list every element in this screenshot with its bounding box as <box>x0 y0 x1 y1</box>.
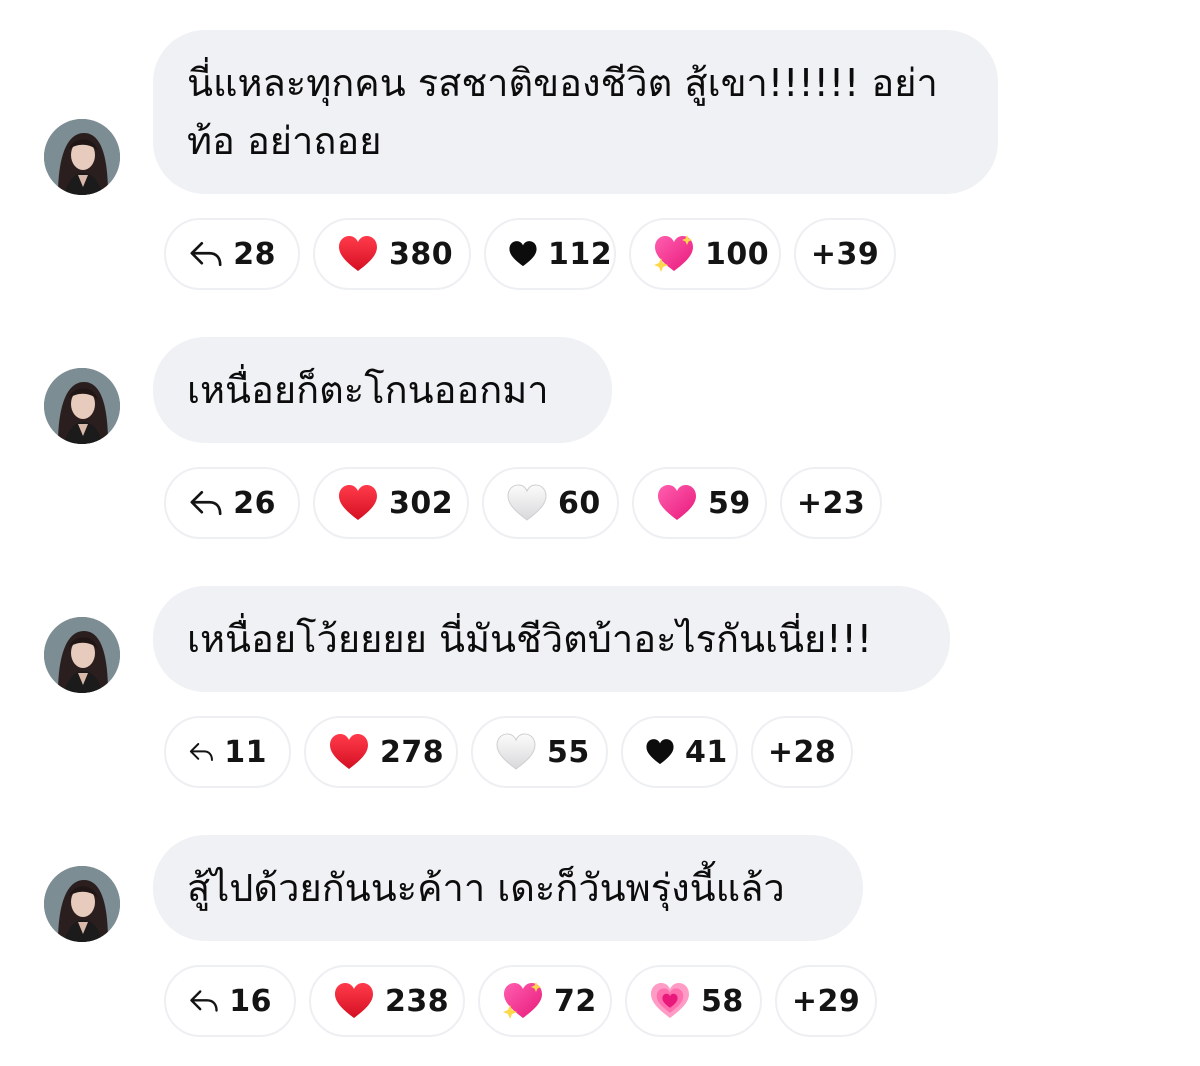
black-heart-icon <box>646 739 674 765</box>
avatar[interactable] <box>44 866 120 942</box>
reaction-beating-heart[interactable]: 58 <box>625 965 762 1037</box>
comment-bubble[interactable]: สู้ไปด้วยกันนะค้าา เดะก็วันพรุ่งนี้แล้ว <box>153 835 863 941</box>
reaction-count: 72 <box>554 983 597 1019</box>
comment-text: สู้ไปด้วยกันนะค้าา เดะก็วันพรุ่งนี้แล้ว <box>187 866 785 910</box>
reaction-red-heart[interactable]: 302 <box>313 467 469 539</box>
comment-text: นี่แหละทุกคน รสชาติของชีวิต สู้เขา!!!!!!… <box>187 61 938 163</box>
more-reactions-button[interactable]: +23 <box>780 467 882 539</box>
reaction-bar: 26 302 60 59 +23 <box>164 467 882 539</box>
red-heart-icon <box>330 734 368 769</box>
reaction-count: 380 <box>389 236 454 272</box>
reply-count: 11 <box>224 734 267 770</box>
reply-button[interactable]: 11 <box>164 716 291 788</box>
more-reactions-count: +39 <box>810 236 880 272</box>
avatar[interactable] <box>44 617 120 693</box>
reaction-count: 41 <box>685 734 728 770</box>
more-reactions-count: +28 <box>767 734 837 770</box>
avatar[interactable] <box>44 368 120 444</box>
more-reactions-button[interactable]: +29 <box>775 965 877 1037</box>
reaction-white-heart[interactable]: 60 <box>482 467 619 539</box>
reply-arrow-icon <box>190 490 222 516</box>
reply-count: 16 <box>229 983 272 1019</box>
white-heart-icon <box>496 733 536 770</box>
reaction-black-heart[interactable]: 41 <box>621 716 738 788</box>
comment-text: เหนื่อยโว้ยยยย นี่มันชีวิตบ้าอะไรกันเนี่… <box>187 617 872 661</box>
black-heart-icon <box>509 241 537 267</box>
reaction-count: 55 <box>547 734 590 770</box>
reaction-sparkling-heart[interactable]: 100 <box>629 218 781 290</box>
reaction-sparkling-heart[interactable]: 72 <box>478 965 612 1037</box>
comment-bubble[interactable]: เหนื่อยโว้ยยยย นี่มันชีวิตบ้าอะไรกันเนี่… <box>153 586 950 692</box>
red-heart-icon <box>339 485 377 520</box>
reaction-count: 100 <box>705 236 770 272</box>
reaction-count: 59 <box>708 485 751 521</box>
reaction-bar: 28 380 112 100 +39 <box>164 218 896 290</box>
white-heart-icon <box>507 484 547 521</box>
beating-heart-icon <box>651 983 689 1018</box>
reply-count: 26 <box>233 485 276 521</box>
comment-text: เหนื่อยก็ตะโกนออกมา <box>187 368 549 412</box>
red-heart-icon <box>339 236 377 271</box>
more-reactions-count: +23 <box>796 485 866 521</box>
reply-button[interactable]: 16 <box>164 965 296 1037</box>
pink-heart-icon <box>658 485 696 520</box>
reaction-bar: 16 238 72 58 +29 <box>164 965 877 1037</box>
reaction-bar: 11 278 55 41 +28 <box>164 716 853 788</box>
red-heart-icon <box>335 983 373 1018</box>
sparkling-heart-icon <box>654 235 693 272</box>
more-reactions-button[interactable]: +28 <box>751 716 853 788</box>
reaction-pink-heart[interactable]: 59 <box>632 467 767 539</box>
reply-button[interactable]: 28 <box>164 218 300 290</box>
reply-arrow-icon <box>189 743 213 761</box>
reply-arrow-icon <box>190 241 222 267</box>
avatar[interactable] <box>44 119 120 195</box>
reaction-count: 60 <box>558 485 601 521</box>
more-reactions-button[interactable]: +39 <box>794 218 896 290</box>
reply-arrow-icon <box>190 990 218 1012</box>
reaction-count: 112 <box>548 236 613 272</box>
reaction-red-heart[interactable]: 278 <box>304 716 458 788</box>
reaction-count: 278 <box>380 734 445 770</box>
sparkling-heart-icon <box>503 982 542 1019</box>
more-reactions-count: +29 <box>791 983 861 1019</box>
comment-bubble[interactable]: เหนื่อยก็ตะโกนออกมา <box>153 337 612 443</box>
reaction-red-heart[interactable]: 380 <box>313 218 471 290</box>
reaction-red-heart[interactable]: 238 <box>309 965 465 1037</box>
reaction-count: 302 <box>389 485 454 521</box>
reply-button[interactable]: 26 <box>164 467 300 539</box>
comment-bubble[interactable]: นี่แหละทุกคน รสชาติของชีวิต สู้เขา!!!!!!… <box>153 30 998 194</box>
reaction-count: 238 <box>385 983 450 1019</box>
reaction-count: 58 <box>701 983 744 1019</box>
reply-count: 28 <box>233 236 276 272</box>
reaction-white-heart[interactable]: 55 <box>471 716 608 788</box>
reaction-black-heart[interactable]: 112 <box>484 218 616 290</box>
